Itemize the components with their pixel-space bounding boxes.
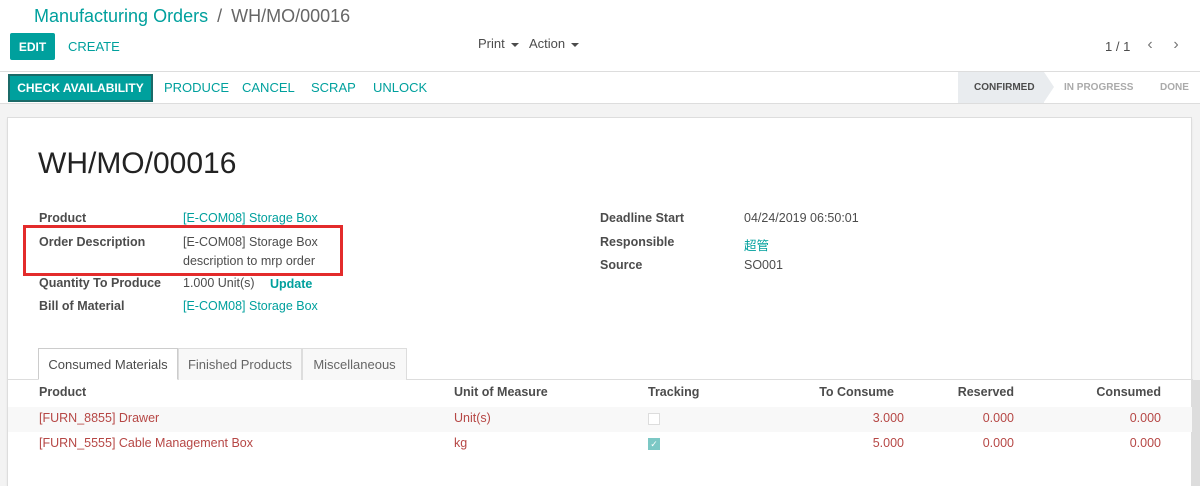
stage-pipeline: CONFIRMED IN PROGRESS DONE bbox=[958, 72, 1200, 103]
tab-consumed-materials[interactable]: Consumed Materials bbox=[38, 348, 178, 380]
breadcrumb-current: WH/MO/00016 bbox=[231, 6, 351, 26]
quantity-unit: Unit(s) bbox=[217, 276, 255, 290]
table-row[interactable]: [FURN_8855] Drawer Unit(s) 3.000 0.000 0… bbox=[8, 407, 1193, 432]
check-availability-button[interactable]: CHECK AVAILABILITY bbox=[8, 74, 153, 102]
bom-link[interactable]: [E-COM08] Storage Box bbox=[183, 299, 318, 313]
tab-miscellaneous[interactable]: Miscellaneous bbox=[302, 348, 407, 380]
control-panel: Manufacturing Orders / WH/MO/00016 EDIT … bbox=[0, 0, 1200, 72]
column-product[interactable]: Product bbox=[39, 385, 86, 399]
quantity-label: Quantity To Produce bbox=[39, 276, 161, 290]
caret-down-icon bbox=[510, 42, 519, 47]
scrap-button[interactable]: SCRAP bbox=[311, 80, 356, 95]
highlight-box bbox=[23, 225, 343, 276]
edit-button[interactable]: EDIT bbox=[10, 33, 55, 60]
quantity-value: 1.000 Unit(s) bbox=[183, 276, 255, 290]
source-label: Source bbox=[600, 258, 643, 272]
action-label: Action bbox=[529, 36, 566, 51]
responsible-link[interactable]: 超管 bbox=[744, 235, 769, 254]
row-to-consume: 3.000 bbox=[872, 411, 904, 425]
print-label: Print bbox=[478, 36, 505, 51]
stage-done[interactable]: DONE bbox=[1160, 72, 1200, 103]
column-tracking[interactable]: Tracking bbox=[648, 385, 699, 399]
tab-finished-products[interactable]: Finished Products bbox=[178, 348, 302, 380]
deadline-label: Deadline Start bbox=[600, 211, 685, 225]
cancel-button[interactable]: CANCEL bbox=[242, 80, 295, 95]
unlock-button[interactable]: UNLOCK bbox=[373, 80, 427, 95]
form-sheet: WH/MO/00016 Product [E-COM08] Storage Bo… bbox=[7, 117, 1193, 486]
stage-arrow bbox=[1044, 72, 1054, 102]
column-uom[interactable]: Unit of Measure bbox=[454, 385, 548, 399]
tracking-checkbox-checked: ✓ bbox=[648, 438, 660, 450]
breadcrumb-parent-link[interactable]: Manufacturing Orders bbox=[34, 6, 208, 26]
update-quantity-button[interactable]: Update bbox=[270, 277, 312, 291]
row-reserved: 0.000 bbox=[982, 436, 1014, 450]
column-consumed[interactable]: Consumed bbox=[1096, 385, 1161, 399]
column-reserved[interactable]: Reserved bbox=[958, 385, 1014, 399]
column-to-consume[interactable]: To Consume bbox=[819, 385, 894, 399]
table-header: Product Unit of Measure Tracking To Cons… bbox=[8, 380, 1193, 406]
table-row[interactable]: [FURN_5555] Cable Management Box kg ✓ 5.… bbox=[8, 432, 1193, 457]
chevron-left-icon[interactable]: ‹ bbox=[1143, 36, 1157, 54]
action-dropdown[interactable]: Action bbox=[529, 36, 580, 51]
row-product: [FURN_8855] Drawer bbox=[39, 411, 160, 425]
stage-confirmed[interactable]: CONFIRMED bbox=[958, 72, 1044, 103]
responsible-label: Responsible bbox=[600, 235, 675, 249]
print-dropdown[interactable]: Print bbox=[478, 36, 519, 51]
caret-down-icon bbox=[571, 42, 580, 47]
product-label: Product bbox=[39, 211, 87, 225]
tracking-checkbox bbox=[648, 413, 660, 425]
breadcrumb: Manufacturing Orders / WH/MO/00016 bbox=[34, 6, 350, 27]
row-uom: Unit(s) bbox=[454, 411, 491, 425]
statusbar: CHECK AVAILABILITY PRODUCE CANCEL SCRAP … bbox=[0, 72, 1200, 104]
deadline-value: 04/24/2019 06:50:01 bbox=[744, 211, 859, 225]
chevron-right-icon[interactable]: › bbox=[1169, 36, 1183, 54]
row-to-consume: 5.000 bbox=[872, 436, 904, 450]
row-reserved: 0.000 bbox=[982, 411, 1014, 425]
record-title: WH/MO/00016 bbox=[38, 147, 237, 180]
bom-label: Bill of Material bbox=[39, 299, 125, 313]
quantity-number: 1.000 bbox=[183, 276, 215, 290]
product-link[interactable]: [E-COM08] Storage Box bbox=[183, 211, 318, 225]
stage-in-progress[interactable]: IN PROGRESS bbox=[1064, 72, 1148, 103]
row-consumed: 0.000 bbox=[1129, 411, 1161, 425]
pager-value[interactable]: 1 / 1 bbox=[1105, 39, 1130, 54]
scrollbar[interactable] bbox=[1192, 380, 1200, 486]
produce-button[interactable]: PRODUCE bbox=[164, 80, 229, 95]
source-value: SO001 bbox=[744, 258, 783, 272]
create-button[interactable]: CREATE bbox=[68, 39, 120, 54]
row-consumed: 0.000 bbox=[1129, 436, 1161, 450]
row-uom: kg bbox=[454, 436, 468, 450]
row-product: [FURN_5555] Cable Management Box bbox=[39, 436, 254, 450]
breadcrumb-separator: / bbox=[217, 6, 223, 26]
